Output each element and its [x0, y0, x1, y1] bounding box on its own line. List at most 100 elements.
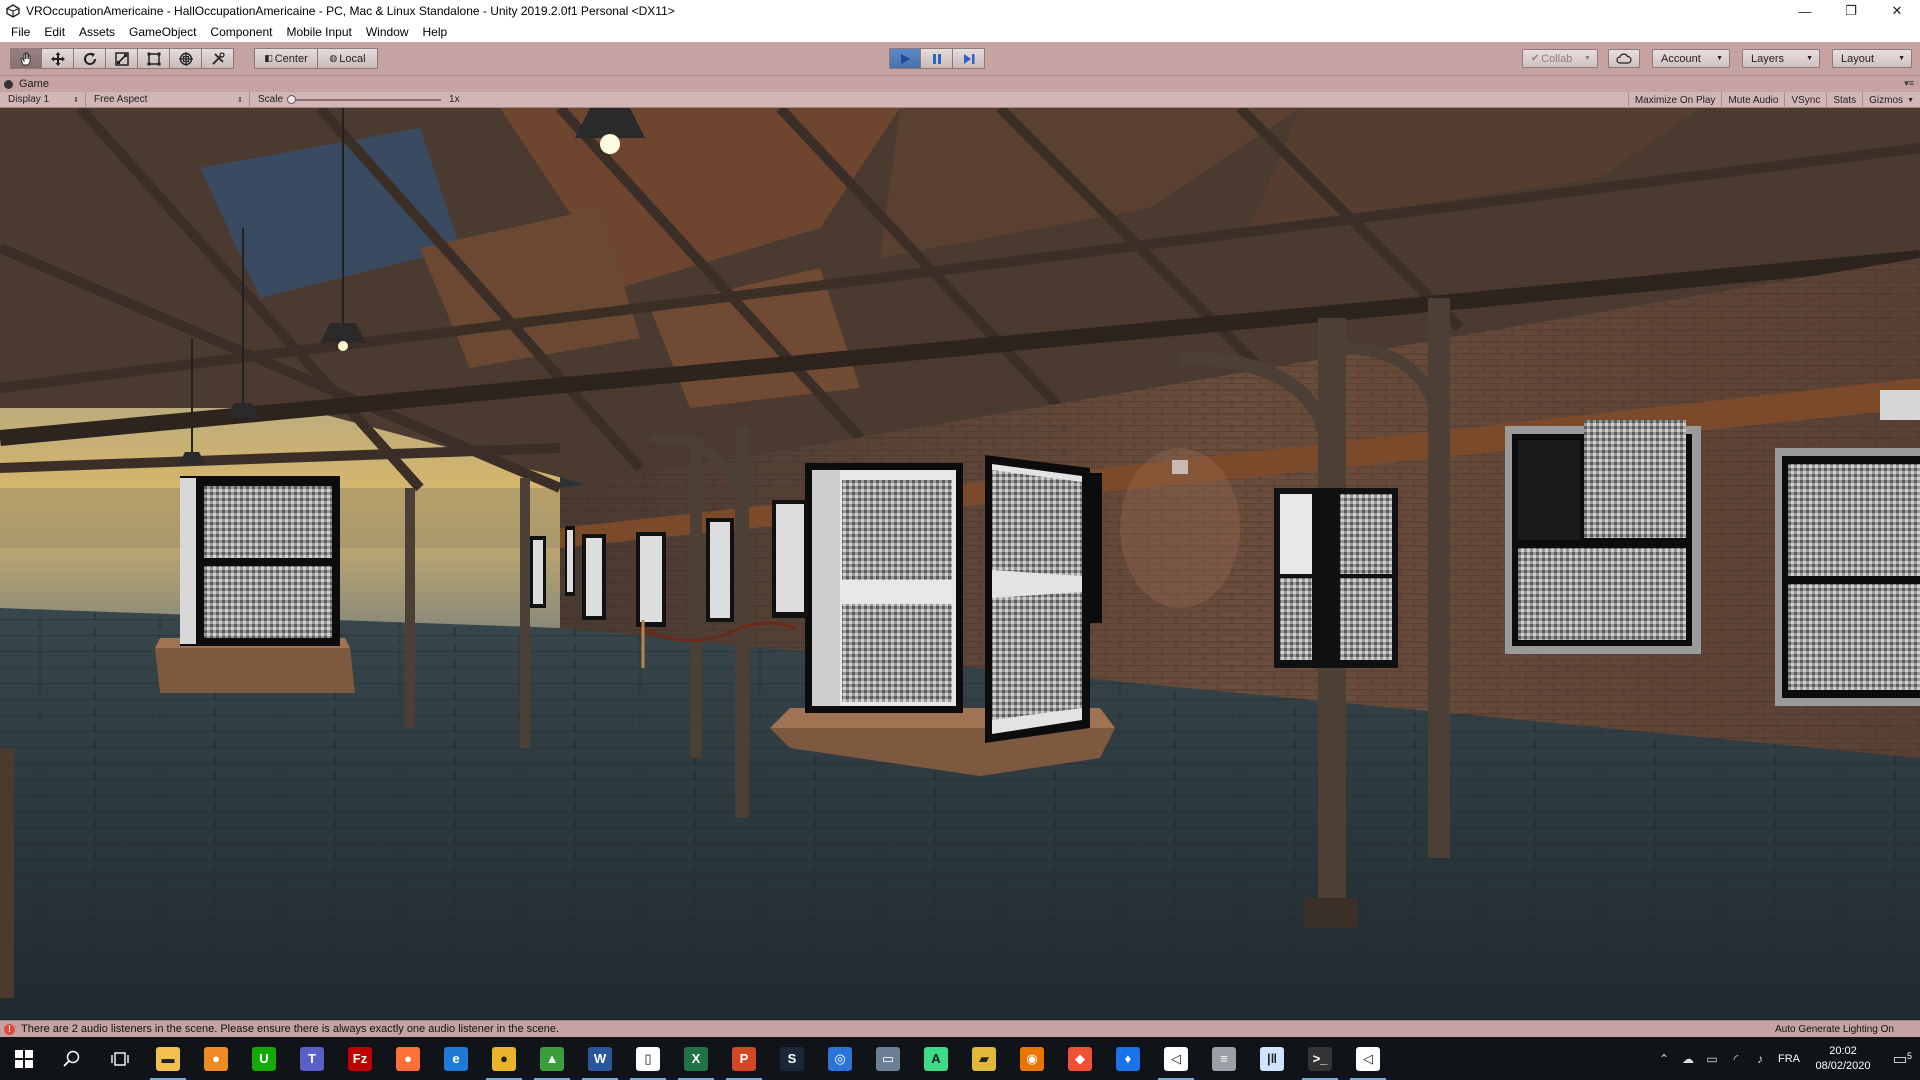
play-button[interactable]: [889, 48, 921, 69]
column-base: [1304, 898, 1358, 928]
menu-file[interactable]: File: [4, 25, 37, 39]
gizmos-dropdown[interactable]: Gizmos ▼: [1862, 92, 1920, 108]
taskbar-app-steam[interactable]: S: [768, 1037, 816, 1080]
taskbar-app-powerpoint[interactable]: P: [720, 1037, 768, 1080]
volume-icon[interactable]: ♪: [1748, 1052, 1772, 1066]
menu-component[interactable]: Component: [203, 25, 279, 39]
chevron-up-icon[interactable]: ⌃: [1652, 1052, 1676, 1066]
maximize-button[interactable]: ❐: [1828, 0, 1874, 22]
vsync-toggle[interactable]: VSync: [1784, 92, 1826, 108]
task-view-icon: [111, 1051, 129, 1066]
collab-dropdown[interactable]: ✔ Collab ▼: [1522, 49, 1598, 68]
search-icon: [63, 1050, 80, 1067]
display-select[interactable]: Display 1 ⇕: [0, 91, 86, 108]
excel-icon: X: [684, 1046, 708, 1071]
taskbar-app-chrome[interactable]: ●: [480, 1037, 528, 1080]
start-button[interactable]: [0, 1037, 48, 1080]
move-tool-button[interactable]: [42, 48, 74, 69]
left-display-stand: [155, 476, 355, 693]
taskbar-app-unity-editor[interactable]: ◁: [1344, 1037, 1392, 1080]
taskbar-app-teams[interactable]: T: [288, 1037, 336, 1080]
mute-audio-toggle[interactable]: Mute Audio: [1721, 92, 1784, 108]
step-icon: [963, 53, 974, 64]
minimize-button[interactable]: —: [1782, 0, 1828, 22]
tab-menu-icon[interactable]: ▾≡: [1904, 78, 1914, 89]
taskbar-app-word[interactable]: W: [576, 1037, 624, 1080]
chevron-down-icon: ▼: [1806, 55, 1813, 62]
rotate-tool-button[interactable]: [74, 48, 106, 69]
cloud-button[interactable]: [1608, 49, 1640, 68]
menu-window[interactable]: Window: [359, 25, 416, 39]
taskbar-app-android[interactable]: A: [912, 1037, 960, 1080]
rect-tool-button[interactable]: [138, 48, 170, 69]
game-viewport[interactable]: [0, 108, 1920, 1020]
taskbar-app-edge[interactable]: e: [432, 1037, 480, 1080]
search-button[interactable]: [48, 1037, 96, 1080]
taskbar-app-image-editor[interactable]: ▲: [528, 1037, 576, 1080]
menu-edit[interactable]: Edit: [37, 25, 72, 39]
taskbar-app-database[interactable]: ≡: [1200, 1037, 1248, 1080]
aspect-select[interactable]: Free Aspect ⇕: [86, 91, 250, 108]
chevron-down-icon: ▼: [1716, 55, 1723, 62]
battery-icon[interactable]: ▭: [1700, 1052, 1724, 1066]
scale-tool-button[interactable]: [106, 48, 138, 69]
updown-arrow-icon: ⇕: [237, 96, 243, 104]
wifi-icon[interactable]: ◜: [1724, 1052, 1748, 1066]
maximize-on-play-toggle[interactable]: Maximize On Play: [1627, 92, 1722, 108]
document-icon: ▯: [636, 1046, 660, 1071]
pivot-center-toggle[interactable]: ◧ Center: [254, 48, 318, 69]
pivot-icon: ◧: [264, 53, 273, 63]
notifications-button[interactable]: ▭ 5: [1880, 1049, 1920, 1069]
menu-mobile-input[interactable]: Mobile Input: [279, 25, 358, 39]
language-indicator[interactable]: FRA: [1772, 1053, 1806, 1065]
taskbar-app-unity-hub[interactable]: ◁: [1152, 1037, 1200, 1080]
game-view-toolbar: Display 1 ⇕ Free Aspect ⇕ Scale 1x Maxim…: [0, 91, 1920, 108]
taskbar-app-excel[interactable]: X: [672, 1037, 720, 1080]
stats-toggle[interactable]: Stats: [1826, 92, 1862, 108]
taskbar-app-filezilla[interactable]: Fz: [336, 1037, 384, 1080]
taskbar-app-window-app[interactable]: ▭: [864, 1037, 912, 1080]
taskbar-app-tool-bars[interactable]: |‖: [1248, 1037, 1296, 1080]
tab-game[interactable]: Game: [4, 76, 49, 92]
taskbar-app-file-explorer[interactable]: ▬: [144, 1037, 192, 1080]
taskbar-app-document[interactable]: ▯: [624, 1037, 672, 1080]
custom-tool-button[interactable]: [202, 48, 234, 69]
clock[interactable]: 20:02 08/02/2020: [1806, 1044, 1880, 1074]
transform-tool-button[interactable]: [170, 48, 202, 69]
account-dropdown[interactable]: Account ▼: [1652, 49, 1730, 68]
step-button[interactable]: [953, 48, 985, 69]
hand-tool-button[interactable]: [10, 48, 42, 69]
layers-label: Layers: [1751, 52, 1785, 65]
console-status-bar[interactable]: ! There are 2 audio listeners in the sce…: [0, 1020, 1920, 1037]
close-button[interactable]: ✕: [1874, 0, 1920, 22]
taskbar-app-maps[interactable]: ♦: [1104, 1037, 1152, 1080]
cloud-sync-icon[interactable]: ☁: [1676, 1052, 1700, 1066]
taskbar-app-upwork[interactable]: U: [240, 1037, 288, 1080]
taskbar-app-ubisoft[interactable]: ◎: [816, 1037, 864, 1080]
taskbar-app-terminal[interactable]: >_: [1296, 1037, 1344, 1080]
steam-icon: S: [780, 1046, 804, 1071]
clock-date: 08/02/2020: [1815, 1059, 1871, 1072]
space-label: Local: [339, 52, 366, 65]
taskbar-app-clapper[interactable]: ▰: [960, 1037, 1008, 1080]
lighting-status[interactable]: Auto Generate Lighting On: [1775, 1024, 1894, 1035]
layout-dropdown[interactable]: Layout ▼: [1832, 49, 1912, 68]
menu-help[interactable]: Help: [416, 25, 455, 39]
window-title: VROccupationAmericaine - HallOccupationA…: [26, 4, 675, 18]
unity-hub-icon: ◁: [1164, 1046, 1188, 1071]
word-icon: W: [588, 1046, 612, 1071]
unity-logo-icon: [6, 4, 20, 18]
task-view-button[interactable]: [96, 1037, 144, 1080]
pause-button[interactable]: [921, 48, 953, 69]
menu-assets[interactable]: Assets: [72, 25, 122, 39]
taskbar-app-blender[interactable]: ◉: [1008, 1037, 1056, 1080]
taskbar-app-app-orange[interactable]: ●: [192, 1037, 240, 1080]
taskbar-app-git[interactable]: ◆: [1056, 1037, 1104, 1080]
space-local-toggle[interactable]: ◍ Local: [318, 48, 378, 69]
layers-dropdown[interactable]: Layers ▼: [1742, 49, 1820, 68]
scale-slider[interactable]: [287, 94, 442, 104]
scale-slider-handle[interactable]: [287, 94, 297, 104]
chevron-down-icon: ▼: [1584, 55, 1591, 62]
taskbar-app-firefox[interactable]: ●: [384, 1037, 432, 1080]
menu-gameobject[interactable]: GameObject: [122, 25, 203, 39]
